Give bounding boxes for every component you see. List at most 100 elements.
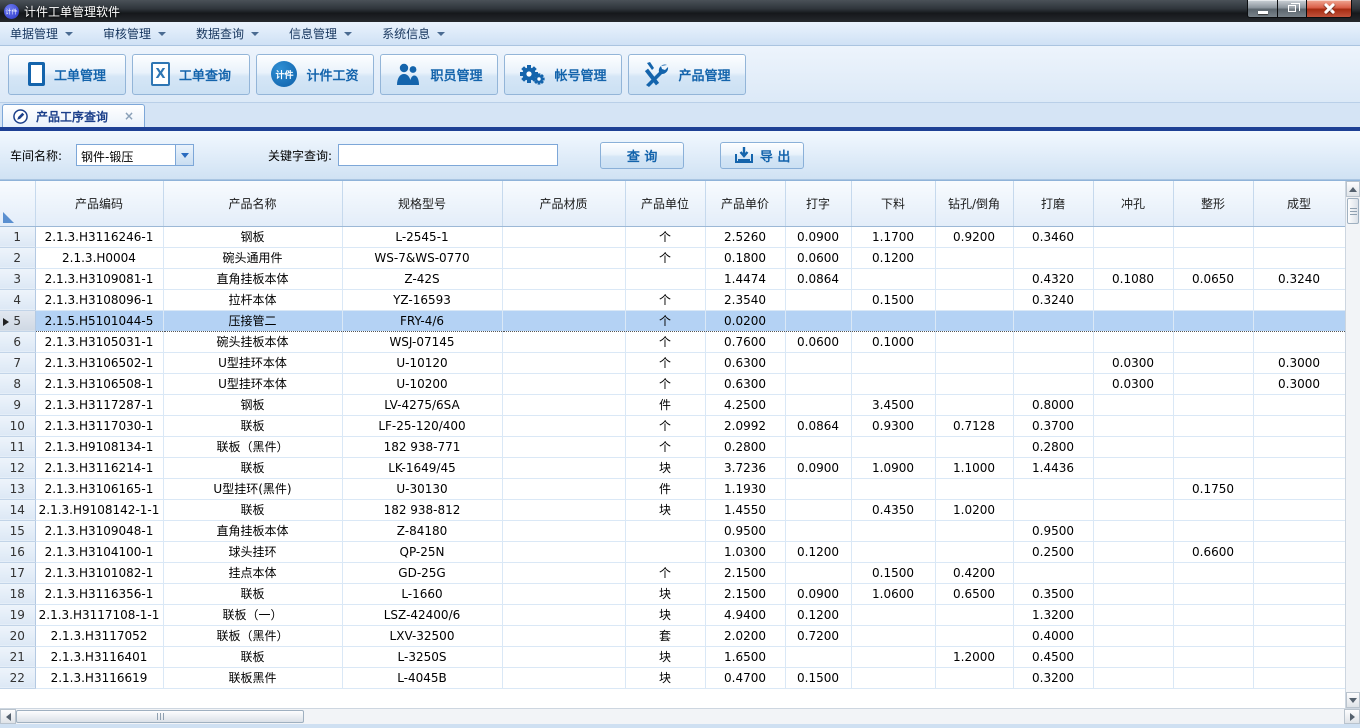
grid-cell[interactable]: 块 [625, 583, 705, 604]
grid-cell[interactable]: 0.4000 [1013, 625, 1093, 646]
row-header[interactable]: 18 [0, 583, 35, 604]
column-header-stamping[interactable]: 打字 [785, 181, 851, 226]
grid-cell[interactable] [1253, 394, 1345, 415]
grid-cell[interactable] [785, 394, 851, 415]
grid-cell[interactable] [1093, 499, 1173, 520]
grid-cell[interactable]: 1.0900 [851, 457, 935, 478]
grid-cell[interactable]: 182 938-812 [342, 499, 502, 520]
grid-cell[interactable]: 0.4500 [1013, 646, 1093, 667]
row-header[interactable]: 17 [0, 562, 35, 583]
grid-cell[interactable]: 0.2800 [1013, 436, 1093, 457]
grid-cell[interactable]: 联板 [163, 583, 342, 604]
table-row[interactable]: 52.1.5.H5101044-5压接管二FRY-4/6个0.0200 [0, 310, 1345, 331]
restore-button[interactable] [1278, 0, 1307, 18]
menu-item-system-info[interactable]: 系统信息 [382, 25, 445, 42]
column-header-unit-price[interactable]: 产品单价 [705, 181, 785, 226]
grid-cell[interactable]: 0.6300 [705, 373, 785, 394]
vertical-scrollbar[interactable] [1345, 181, 1360, 708]
grid-cell[interactable] [1173, 415, 1253, 436]
grid-cell[interactable]: 3.4500 [851, 394, 935, 415]
grid-cell[interactable]: 0.1200 [785, 541, 851, 562]
grid-cell[interactable]: L-3250S [342, 646, 502, 667]
grid-cell[interactable] [502, 373, 625, 394]
grid-cell[interactable] [1093, 394, 1173, 415]
grid-cell[interactable] [502, 394, 625, 415]
grid-cell[interactable] [1093, 625, 1173, 646]
grid-cell[interactable]: 0.4350 [851, 499, 935, 520]
grid-cell[interactable]: 1.4550 [705, 499, 785, 520]
grid-cell[interactable] [1093, 457, 1173, 478]
grid-cell[interactable]: 个 [625, 247, 705, 268]
grid-cell[interactable] [502, 667, 625, 688]
scroll-down-button[interactable] [1346, 692, 1360, 708]
grid-cell[interactable] [1093, 226, 1173, 247]
grid-cell[interactable]: YZ-16593 [342, 289, 502, 310]
row-header[interactable]: 11 [0, 436, 35, 457]
grid-cell[interactable]: 0.3000 [1253, 352, 1345, 373]
grid-cell[interactable] [1093, 562, 1173, 583]
grid-cell[interactable] [1253, 625, 1345, 646]
grid-cell[interactable] [502, 310, 625, 331]
row-header[interactable]: 6 [0, 331, 35, 352]
grid-cell[interactable]: 0.8000 [1013, 394, 1093, 415]
minimize-button[interactable] [1247, 0, 1278, 18]
grid-cell[interactable]: 4.9400 [705, 604, 785, 625]
grid-cell[interactable]: 0.6600 [1173, 541, 1253, 562]
grid-cell[interactable] [502, 436, 625, 457]
grid-cell[interactable]: WS-7&WS-0770 [342, 247, 502, 268]
staff-management-button[interactable]: 职员管理 [380, 54, 498, 95]
grid-cell[interactable]: 个 [625, 415, 705, 436]
grid-cell[interactable] [1173, 436, 1253, 457]
grid-cell[interactable]: 0.9200 [935, 226, 1013, 247]
scroll-left-button[interactable] [0, 709, 16, 724]
grid-cell[interactable] [785, 478, 851, 499]
column-header-grinding[interactable]: 打磨 [1013, 181, 1093, 226]
grid-cell[interactable]: 2.1.3.H0004 [35, 247, 163, 268]
grid-cell[interactable]: 2.0992 [705, 415, 785, 436]
tab-close-icon[interactable]: × [124, 109, 134, 123]
grid-cell[interactable]: L-4045B [342, 667, 502, 688]
grid-cell[interactable]: 2.1.3.H3116214-1 [35, 457, 163, 478]
grid-cell[interactable]: 0.2800 [705, 436, 785, 457]
grid-cell[interactable] [502, 541, 625, 562]
grid-cell[interactable]: 0.9500 [705, 520, 785, 541]
grid-cell[interactable]: 0.1800 [705, 247, 785, 268]
grid-cell[interactable]: 个 [625, 226, 705, 247]
grid-cell[interactable]: 0.4700 [705, 667, 785, 688]
grid-cell[interactable] [625, 520, 705, 541]
grid-cell[interactable]: 块 [625, 457, 705, 478]
table-row[interactable]: 12.1.3.H3116246-1钢板L-2545-1个2.52600.0900… [0, 226, 1345, 247]
grid-cell[interactable]: 0.3200 [1013, 667, 1093, 688]
grid-cell[interactable]: 直角挂板本体 [163, 268, 342, 289]
grid-cell[interactable]: 个 [625, 436, 705, 457]
grid-cell[interactable] [1093, 331, 1173, 352]
row-header[interactable]: 1 [0, 226, 35, 247]
grid-cell[interactable]: 个 [625, 562, 705, 583]
grid-cell[interactable] [1253, 289, 1345, 310]
grid-cell[interactable]: 1.2000 [935, 646, 1013, 667]
grid-cell[interactable] [1253, 562, 1345, 583]
grid-cell[interactable] [1013, 247, 1093, 268]
grid-cell[interactable]: 1.3200 [1013, 604, 1093, 625]
grid-cell[interactable]: U型挂环本体 [163, 373, 342, 394]
grid-cell[interactable]: 2.1.3.H3117052 [35, 625, 163, 646]
grid-cell[interactable] [1253, 247, 1345, 268]
grid-cell[interactable]: 0.0900 [785, 583, 851, 604]
table-row[interactable]: 142.1.3.H9108142-1-1联板182 938-812块1.4550… [0, 499, 1345, 520]
row-header[interactable]: 13 [0, 478, 35, 499]
grid-cell[interactable]: 1.0600 [851, 583, 935, 604]
horizontal-scroll-thumb[interactable] [16, 710, 304, 723]
grid-cell[interactable] [502, 646, 625, 667]
grid-cell[interactable]: L-2545-1 [342, 226, 502, 247]
grid-cell[interactable]: QP-25N [342, 541, 502, 562]
piecework-wage-button[interactable]: 计件 计件工资 [256, 54, 374, 95]
table-row[interactable]: 222.1.3.H3116619联板黑件L-4045B块0.47000.1500… [0, 667, 1345, 688]
grid-cell[interactable] [502, 226, 625, 247]
grid-cell[interactable] [1013, 373, 1093, 394]
grid-cell[interactable]: 联板 [163, 646, 342, 667]
select-all-corner[interactable] [0, 181, 35, 226]
menu-item-audit-management[interactable]: 审核管理 [103, 25, 166, 42]
grid-cell[interactable]: 0.1500 [851, 562, 935, 583]
grid-cell[interactable]: 联板 [163, 499, 342, 520]
grid-cell[interactable] [502, 457, 625, 478]
